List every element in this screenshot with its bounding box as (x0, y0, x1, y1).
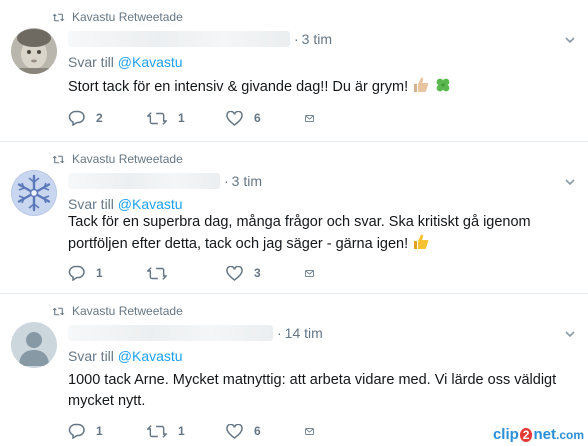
retweet-indicator: Kavastu Retweetade (52, 9, 183, 25)
retweet-icon (52, 155, 65, 163)
reply-to: Svar till @Kavastu (68, 196, 183, 212)
retweet-button[interactable]: 1 (147, 424, 226, 439)
clip2net-watermark: clip 2 net.com (492, 426, 584, 443)
reply-button[interactable]: 1 (68, 265, 147, 281)
tweet-time[interactable]: 3 tim (302, 31, 332, 47)
retweet-indicator: Kavastu Retweetade (52, 151, 183, 167)
reply-to: Svar till @Kavastu (68, 54, 183, 70)
chevron-down-icon[interactable] (564, 176, 576, 188)
tweet-text-line: mycket nytt. (68, 393, 146, 409)
reply-count: 2 (96, 111, 103, 125)
reply-handle-link[interactable]: @Kavastu (118, 348, 183, 364)
reply-button[interactable]: 1 (68, 423, 147, 439)
tweet-actions: 1 1 6 (68, 421, 325, 441)
reply-handle-link[interactable]: @Kavastu (118, 54, 183, 70)
reply-icon (68, 265, 85, 281)
retweet-count: 1 (178, 424, 185, 438)
reply-prefix: Svar till (68, 348, 114, 364)
tweet-header: · 14 tim (68, 323, 323, 343)
retweet-label: Kavastu Retweetade (72, 10, 183, 24)
tweet-text-line: 1000 tack Arne. Mycket matnyttig: att ar… (68, 372, 557, 388)
reply-prefix: Svar till (68, 54, 114, 70)
retweet-icon (52, 307, 65, 315)
direct-message-button[interactable] (305, 112, 325, 125)
avatar[interactable] (11, 322, 57, 368)
blurred-author-name[interactable] (68, 31, 290, 47)
retweet-button[interactable] (147, 266, 226, 281)
four-leaf-clover-icon (436, 78, 450, 92)
heart-icon (226, 265, 243, 281)
tweet-text: Tack för en superbra dag, många frågor o… (68, 212, 573, 255)
reply-prefix: Svar till (68, 196, 114, 212)
like-button[interactable]: 6 (226, 423, 305, 439)
tweet-time[interactable]: 3 tim (232, 173, 262, 189)
retweet-label: Kavastu Retweetade (72, 304, 183, 318)
tweet-text: Stort tack för en intensiv & givande dag… (68, 76, 573, 98)
tweet-actions: 2 1 6 (68, 108, 325, 128)
thumbs-up-icon (414, 234, 429, 249)
tweet-text-line: Stort tack för en intensiv & givande dag… (68, 79, 409, 95)
reply-count: 1 (96, 424, 103, 438)
chevron-down-icon[interactable] (564, 328, 576, 340)
retweet-count: 1 (178, 111, 185, 125)
reply-icon (68, 423, 85, 439)
retweet-icon (147, 266, 167, 280)
direct-message-button[interactable] (305, 267, 325, 280)
blurred-author-name[interactable] (68, 325, 273, 341)
reply-handle-link[interactable]: @Kavastu (118, 196, 183, 212)
thumbs-up-icon (414, 77, 429, 92)
chevron-down-icon[interactable] (564, 34, 576, 46)
default-avatar-icon (11, 322, 57, 368)
retweet-icon (147, 424, 167, 438)
retweet-indicator: Kavastu Retweetade (52, 303, 183, 319)
envelope-icon (305, 427, 314, 435)
avatar[interactable] (11, 28, 57, 74)
tweet-text-line: portföljen efter detta, tack och jag säg… (68, 236, 409, 252)
tweet-2[interactable]: Kavastu Retweetade · 3 tim Svar till @Ka… (0, 142, 588, 294)
tweet-3[interactable]: Kavastu Retweetade · 14 tim Svar till @K… (0, 294, 588, 446)
like-count: 6 (254, 424, 261, 438)
heart-icon (226, 110, 243, 126)
tweet-header: · 3 tim (68, 171, 262, 191)
tweet-text-line: Tack för en superbra dag, många frågor o… (68, 214, 531, 230)
tweet-actions: 1 3 (68, 263, 325, 283)
like-count: 3 (254, 266, 261, 280)
retweet-icon (52, 13, 65, 21)
like-button[interactable]: 6 (226, 110, 305, 126)
reply-button[interactable]: 2 (68, 110, 147, 126)
tweet-text: 1000 tack Arne. Mycket matnyttig: att ar… (68, 370, 573, 412)
tweet-1[interactable]: Kavastu Retweetade · 3 tim Svar till @Ka… (0, 0, 588, 142)
envelope-icon (305, 114, 314, 122)
avatar[interactable] (11, 170, 57, 216)
envelope-icon (305, 269, 314, 277)
like-button[interactable]: 3 (226, 265, 305, 281)
blurred-author-name[interactable] (68, 173, 220, 189)
retweet-label: Kavastu Retweetade (72, 152, 183, 166)
reply-icon (68, 110, 85, 126)
retweet-button[interactable]: 1 (147, 111, 226, 126)
reply-count: 1 (96, 266, 103, 280)
direct-message-button[interactable] (305, 425, 325, 438)
tweet-time[interactable]: 14 tim (285, 325, 323, 341)
like-count: 6 (254, 111, 261, 125)
heart-icon (226, 423, 243, 439)
retweet-icon (147, 111, 167, 125)
tweet-header: · 3 tim (68, 29, 332, 49)
reply-to: Svar till @Kavastu (68, 348, 183, 364)
